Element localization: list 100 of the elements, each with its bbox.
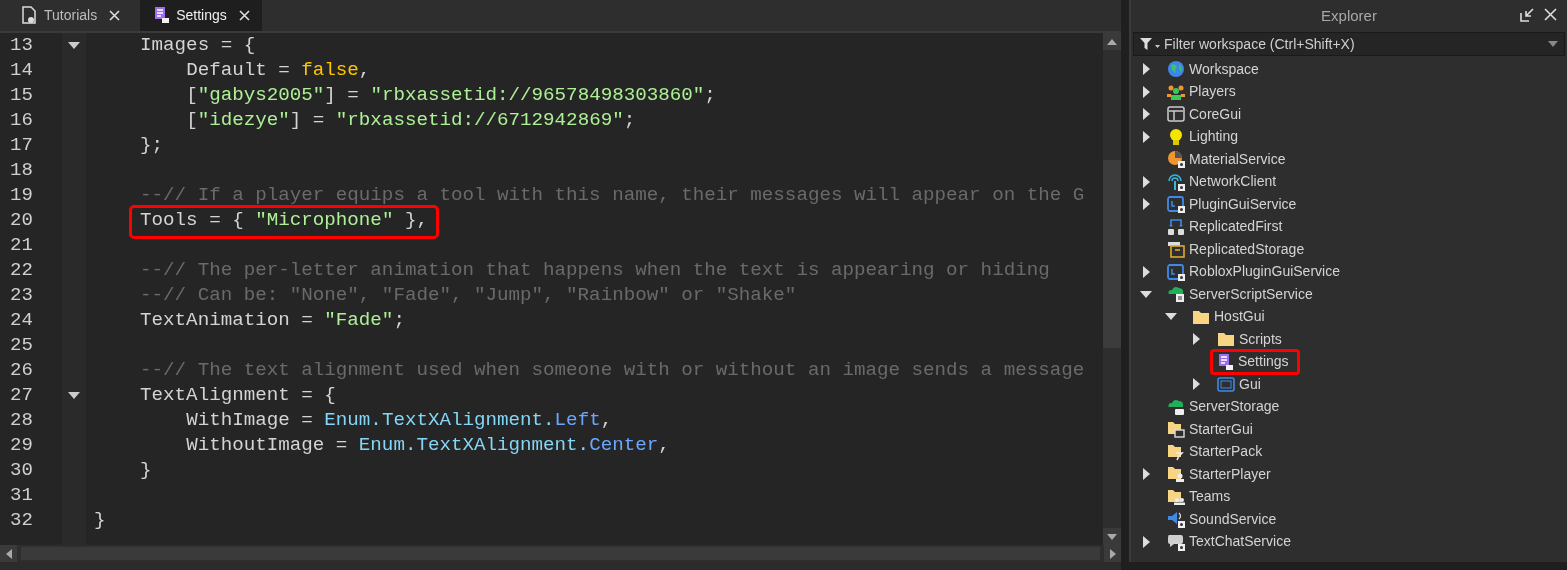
tree-item[interactable]: StarterGui	[1189, 418, 1253, 440]
fold-arrow-icon[interactable]	[68, 392, 80, 399]
line-number: 21	[9, 233, 33, 258]
collapse-arrow-icon[interactable]	[1140, 290, 1152, 298]
filter-input[interactable]: Filter workspace (Ctrl+Shift+X)	[1164, 33, 1544, 55]
filter-icon[interactable]	[1140, 38, 1160, 50]
code-line: TextAlignment = {	[140, 383, 336, 408]
tree-item[interactable]: MaterialService	[1189, 148, 1286, 170]
code-line: };	[140, 133, 164, 158]
line-number: 16	[9, 108, 33, 133]
tree-item[interactable]: ReplicatedFirst	[1189, 216, 1283, 238]
tree-item[interactable]: CoreGui	[1189, 103, 1242, 125]
tree-item[interactable]: Scripts	[1239, 328, 1282, 350]
line-number: 13	[9, 33, 33, 58]
code-line: --// The text alignment used when someone with or without an image sends a message	[140, 358, 1085, 383]
expand-arrow-icon[interactable]	[1142, 265, 1150, 278]
code-line: --// The per-letter animation that happens when the text is appearing or hiding	[140, 258, 1050, 283]
line-number: 17	[9, 133, 33, 158]
window-icon	[1167, 105, 1185, 124]
line-number: 18	[9, 158, 33, 183]
line-number: 15	[9, 83, 33, 108]
expand-arrow-icon[interactable]	[1192, 378, 1200, 391]
tree-item[interactable]: ServerStorage	[1189, 396, 1280, 418]
tree-item[interactable]: TextChatService	[1189, 531, 1291, 553]
code-line: Images = {	[140, 33, 256, 58]
tree-item[interactable]: ServerScriptService	[1189, 283, 1313, 305]
expand-arrow-icon[interactable]	[1142, 468, 1150, 481]
line-number: 32	[9, 508, 33, 533]
tree-item[interactable]: HostGui	[1214, 306, 1265, 328]
expand-arrow-icon[interactable]	[1142, 85, 1150, 98]
plugin-icon	[1167, 262, 1185, 281]
line-number: 20	[9, 208, 33, 233]
storage-icon	[1167, 240, 1185, 259]
expand-arrow-icon[interactable]	[1142, 130, 1150, 143]
line-number: 31	[9, 483, 33, 508]
tree-item[interactable]: Gui	[1239, 373, 1261, 395]
line-number: 23	[9, 283, 33, 308]
tree-item[interactable]: SoundService	[1189, 508, 1277, 530]
expand-arrow-icon[interactable]	[1192, 333, 1200, 346]
tree-item[interactable]: Players	[1189, 81, 1236, 103]
expand-arrow-icon[interactable]	[1142, 198, 1150, 211]
code-line: Default = false,	[186, 58, 371, 83]
scroll-up-icon[interactable]	[1107, 38, 1117, 45]
globe-icon	[1167, 60, 1185, 79]
line-number: 28	[9, 408, 33, 433]
filter-field[interactable]: Filter workspace (Ctrl+Shift+X)	[1133, 32, 1565, 56]
cloud-icon	[1167, 397, 1185, 416]
tree-item[interactable]: Workspace	[1189, 58, 1259, 80]
code-line: WithoutImage = Enum.TextXAlignment.Center,	[186, 433, 670, 458]
expand-arrow-icon[interactable]	[1142, 175, 1150, 188]
panel-title: Explorer	[1321, 5, 1377, 26]
line-number: 22	[9, 258, 33, 283]
code-line: ["idezye"] = "rbxassetid://6712942869";	[186, 108, 636, 133]
document-icon	[20, 6, 38, 24]
cloud-script-icon	[1167, 285, 1185, 304]
expand-arrow-icon[interactable]	[1142, 108, 1150, 121]
code-line: }	[140, 458, 152, 483]
tree-item[interactable]: NetworkClient	[1189, 171, 1277, 193]
line-number: 30	[9, 458, 33, 483]
folder-tool-icon	[1167, 442, 1185, 461]
line-number: 26	[9, 358, 33, 383]
dropdown-icon[interactable]	[1548, 41, 1558, 47]
code-line: --// If a player equips a tool with this name, their messages will appear on the G	[140, 183, 1085, 208]
material-icon	[1167, 150, 1185, 169]
tree-item[interactable]: Teams	[1189, 486, 1231, 508]
light-bulb-icon	[1167, 127, 1185, 146]
folder-people-icon	[1167, 487, 1185, 506]
line-number: 27	[9, 383, 33, 408]
scroll-right-icon[interactable]	[1109, 548, 1116, 559]
line-number: 19	[9, 183, 33, 208]
tree-item[interactable]: RobloxPluginGuiService	[1189, 261, 1340, 283]
horizontal-scrollbar[interactable]	[0, 545, 1121, 562]
tree-item[interactable]: Lighting	[1189, 126, 1239, 148]
antenna-icon	[1167, 172, 1185, 191]
collapse-arrow-icon[interactable]	[1165, 313, 1177, 321]
tree-item[interactable]: PluginGuiService	[1189, 193, 1297, 215]
tree-item[interactable]: StarterPack	[1189, 441, 1263, 463]
code-line: TextAnimation = "Fade";	[140, 308, 405, 333]
expand-arrow-icon[interactable]	[1142, 63, 1150, 76]
line-number: 14	[9, 58, 33, 83]
fold-arrow-icon[interactable]	[68, 42, 80, 49]
undock-icon[interactable]	[1520, 8, 1534, 22]
scroll-left-icon[interactable]	[5, 548, 12, 559]
folder-icon	[1217, 330, 1235, 349]
vertical-scrollbar[interactable]	[1103, 33, 1121, 545]
arrows-icon	[1167, 217, 1185, 236]
tree-item[interactable]: StarterPlayer	[1189, 463, 1271, 485]
editor-tab[interactable]: Settings	[140, 0, 262, 31]
tree-item[interactable]: Settings	[1238, 351, 1289, 373]
speaker-icon	[1167, 510, 1185, 529]
line-number: 24	[9, 308, 33, 333]
code-line: }	[94, 508, 106, 533]
scroll-down-icon[interactable]	[1107, 533, 1117, 540]
line-number: 29	[9, 433, 33, 458]
line-number: 25	[9, 333, 33, 358]
expand-arrow-icon[interactable]	[1142, 535, 1150, 548]
folder-person-icon	[1167, 465, 1185, 484]
close-icon[interactable]	[1544, 8, 1557, 21]
scrollbar-thumb[interactable]	[1103, 160, 1121, 348]
tree-item[interactable]: ReplicatedStorage	[1189, 238, 1305, 260]
